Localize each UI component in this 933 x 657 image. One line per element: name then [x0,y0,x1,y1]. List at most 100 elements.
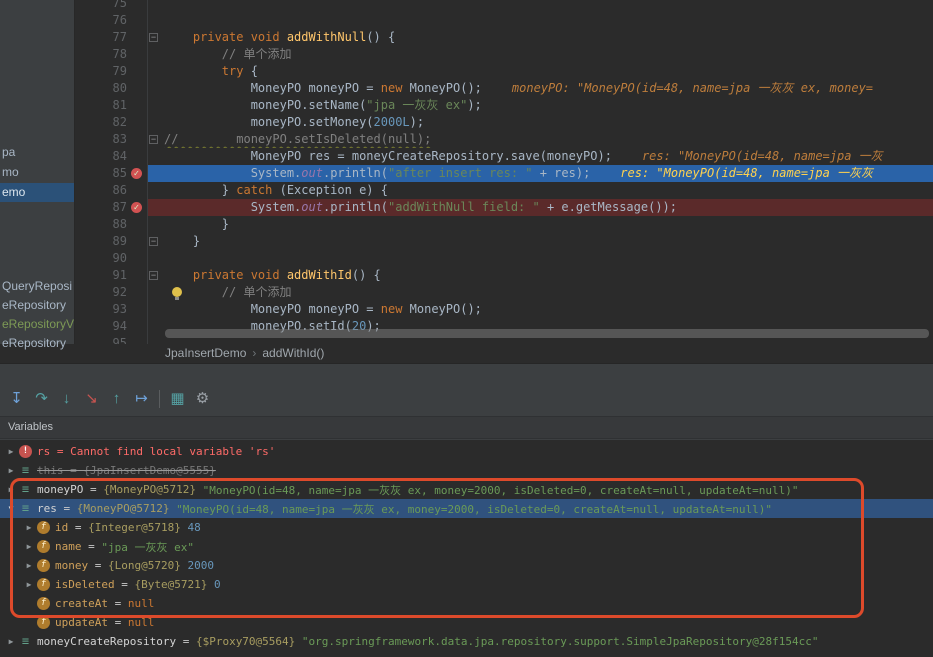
field-icon: f [37,578,50,591]
line-number: 81 [113,97,127,114]
debug-toolbar: ↧↷↓↘↑↦ ▦⚙ [4,386,215,412]
variable-row[interactable]: fupdateAt = null [0,613,933,632]
code-line [148,0,933,12]
code-line: MoneyPO moneyPO = new MoneyPO();moneyPO:… [148,80,933,97]
code-line: } catch (Exception e) { [148,182,933,199]
expand-arrow-icon[interactable]: ▶ [3,637,19,646]
code-line: } [148,216,933,233]
expand-arrow-icon[interactable]: ▶ [21,542,37,551]
code-line: try { [148,63,933,80]
field-icon: f [37,597,50,610]
variable-icon: ≡ [19,483,32,496]
editor-code[interactable]: private void addWithNull() { // 单个添加 try… [148,0,933,344]
variables-tree[interactable]: ▶!rs = Cannot find local variable 'rs'▶≡… [0,440,933,657]
line-number: 89 [113,233,127,250]
breakpoint-icon[interactable]: ✓ [131,202,142,213]
line-number: 94 [113,318,127,335]
sidebar-item[interactable]: QueryReposi [0,277,74,296]
field-icon: f [37,559,50,572]
fold-marker-icon[interactable]: − [149,135,158,144]
variable-row[interactable]: ▶≡moneyCreateRepository = {$Proxy70@5564… [0,632,933,651]
sidebar-item[interactable]: mo [0,163,74,182]
breadcrumb-separator-icon: › [252,346,256,360]
fold-marker-icon[interactable]: − [149,33,158,42]
code-line: } [148,233,933,250]
line-number: 93 [113,301,127,318]
variable-row[interactable]: ▶fisDeleted = {Byte@5721} 0 [0,575,933,594]
step-out-icon[interactable]: ↑ [104,387,129,411]
force-step-into-icon[interactable]: ↘ [79,387,104,411]
code-line: // 单个添加 [148,284,933,301]
expand-arrow-icon[interactable]: ▶ [3,485,19,494]
line-number: 79 [113,63,127,80]
sidebar-item[interactable]: pa [0,143,74,162]
run-to-cursor-icon[interactable]: ↦ [129,387,154,411]
expand-arrow-icon[interactable]: ▶ [3,466,19,475]
line-number: 83 [113,131,127,148]
field-icon: f [37,540,50,553]
debug-panel: ↧↷↓↘↑↦ ▦⚙ Variables ▶!rs = Cannot find lo… [0,363,933,657]
field-icon: f [37,521,50,534]
code-line: moneyPO.setMoney(2000L); [148,114,933,131]
line-number: 95 [113,335,127,344]
line-number: 77 [113,29,127,46]
variable-icon: ≡ [19,464,32,477]
line-number: 84 [113,148,127,165]
error-icon: ! [19,445,32,458]
inline-debug-hint: res: "MoneyPO(id=48, name=jpa 一灰 [642,149,883,163]
project-sidebar[interactable]: pamoemo QueryReposieRepositoryeRepository… [0,0,75,344]
variable-row[interactable]: ▼≡res = {MoneyPO@5712} "MoneyPO(id=48, n… [0,499,933,518]
settings-icon[interactable]: ⚙ [190,387,215,411]
expand-arrow-icon[interactable]: ▶ [21,580,37,589]
line-number: 91 [113,267,127,284]
line-number: 80 [113,80,127,97]
sidebar-item[interactable]: eRepository [0,296,74,315]
line-number: 87 [113,199,127,216]
editor-gutter: 7576777879808182838485✓8687✓888990919293… [75,0,148,344]
code-editor[interactable]: 7576777879808182838485✓8687✓888990919293… [75,0,933,344]
expand-arrow-icon[interactable]: ▶ [3,447,19,456]
line-number: 82 [113,114,127,131]
variable-row[interactable]: ▶fname = "jpa 一灰灰 ex" [0,537,933,556]
breadcrumb-method[interactable]: addWithId() [262,346,324,360]
inline-debug-hint: moneyPO: "MoneyPO(id=48, name=jpa 一灰灰 ex… [512,81,873,95]
evaluate-expression-icon[interactable]: ▦ [165,387,190,411]
line-number: 78 [113,46,127,63]
sidebar-item[interactable]: eRepository [0,334,74,353]
variable-row[interactable]: ▶≡moneyPO = {MoneyPO@5712} "MoneyPO(id=4… [0,480,933,499]
sidebar-item[interactable]: eRepositoryV [0,315,74,334]
sidebar-item[interactable]: emo [0,183,74,202]
breakpoint-icon[interactable]: ✓ [131,168,142,179]
code-line [148,12,933,29]
variable-row[interactable]: ▶≡this = {JpaInsertDemo@5555} [0,461,933,480]
expand-arrow-icon[interactable]: ▼ [3,504,19,513]
line-number: 90 [113,250,127,267]
breadcrumb-class[interactable]: JpaInsertDemo [165,346,246,360]
fold-marker-icon[interactable]: − [149,237,158,246]
code-line: // 单个添加 [148,46,933,63]
expand-arrow-icon[interactable]: ▶ [21,523,37,532]
variable-row[interactable]: fcreateAt = null [0,594,933,613]
inline-debug-hint: res: "MoneyPO(id=48, name=jpa 一灰灰 [620,166,873,180]
expand-arrow-icon[interactable]: ▶ [21,561,37,570]
code-line: System.out.println("after insert res: " … [148,165,933,182]
variables-title: Variables [8,421,53,433]
editor-horizontal-scrollbar[interactable] [165,329,929,338]
code-line: // moneyPO.setIsDeleted(null); [148,131,933,148]
ide-window: 7576777879808182838485✓8687✓888990919293… [0,0,933,657]
breadcrumb: JpaInsertDemo › addWithId() [75,344,933,363]
line-number: 88 [113,216,127,233]
fold-marker-icon[interactable]: − [149,271,158,280]
code-line: MoneyPO moneyPO = new MoneyPO(); [148,301,933,318]
step-into-icon[interactable]: ↓ [54,387,79,411]
intention-bulb-icon[interactable] [172,287,182,297]
code-line: System.out.println("addWithNull field: "… [148,199,933,216]
step-over-icon[interactable]: ↷ [29,387,54,411]
line-number: 76 [113,12,127,29]
variables-header: Variables [0,416,933,439]
variable-row[interactable]: ▶!rs = Cannot find local variable 'rs' [0,442,933,461]
variable-row[interactable]: ▶fmoney = {Long@5720} 2000 [0,556,933,575]
code-line: moneyPO.setName("jpa 一灰灰 ex"); [148,97,933,114]
variable-row[interactable]: ▶fid = {Integer@5718} 48 [0,518,933,537]
show-execution-point-icon[interactable]: ↧ [4,387,29,411]
